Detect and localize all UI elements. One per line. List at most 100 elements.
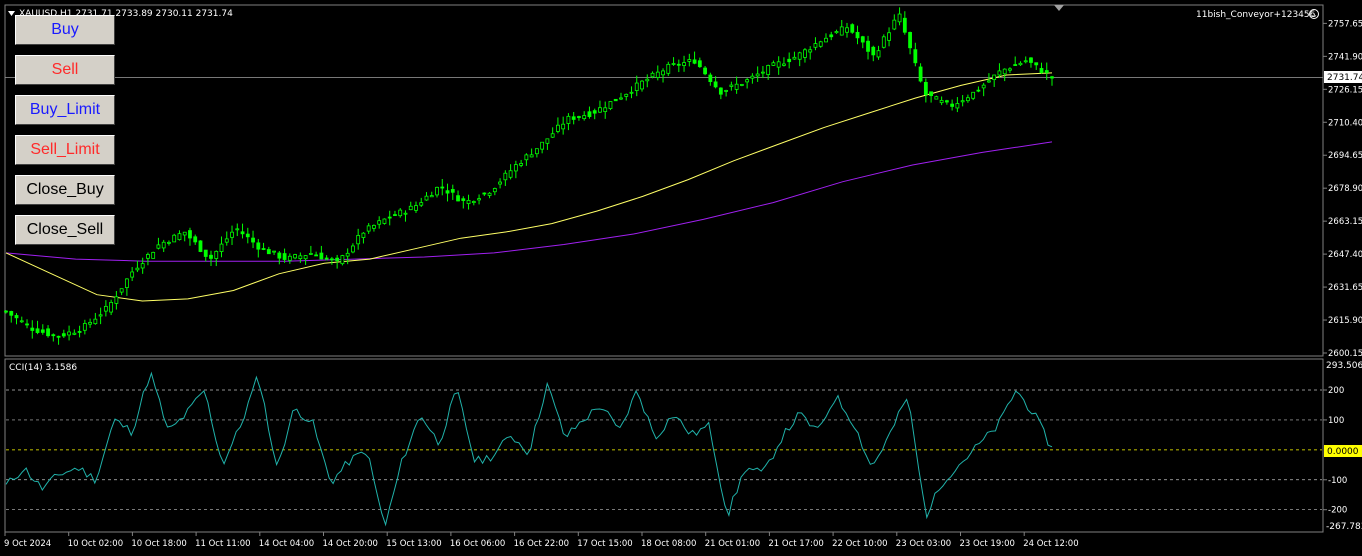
candle-body xyxy=(251,237,255,243)
time-tick-label: 21 Oct 17:00 xyxy=(768,539,823,549)
candle-body xyxy=(419,202,424,206)
sell-button[interactable]: Sell xyxy=(15,55,115,85)
candle-body xyxy=(624,93,629,97)
time-tick-label: 23 Oct 19:00 xyxy=(960,539,1015,549)
buy-limit-button[interactable]: Buy_Limit xyxy=(15,95,115,125)
cci-line xyxy=(5,371,1053,527)
price-tick-label: 2726.15 xyxy=(1328,85,1362,95)
candle-body xyxy=(713,81,718,88)
candle-body xyxy=(766,65,771,75)
candle-body xyxy=(997,70,1002,76)
candle-body xyxy=(1018,62,1023,66)
buy-button[interactable]: Buy xyxy=(15,15,115,45)
candle-body xyxy=(776,61,781,68)
sell-limit-button[interactable]: Sell_Limit xyxy=(15,135,115,165)
candle-body xyxy=(892,19,897,30)
current-price-label: 2731.74 xyxy=(1327,73,1362,83)
candle-body xyxy=(198,240,203,252)
candle-body xyxy=(30,327,35,331)
candle-body xyxy=(209,254,213,259)
candle-body xyxy=(981,84,986,89)
candle-body xyxy=(808,49,813,53)
ma-fast-line xyxy=(5,72,1053,302)
candle-body xyxy=(829,34,834,38)
candle-body xyxy=(72,332,77,335)
candle-body xyxy=(687,59,692,62)
candle-body xyxy=(429,195,434,198)
candle-body xyxy=(303,255,308,260)
symbol-dropdown-icon[interactable] xyxy=(8,11,15,16)
candle-body xyxy=(834,31,839,34)
candle-body xyxy=(587,111,592,117)
candle-body xyxy=(855,31,860,39)
candle-body xyxy=(471,201,476,203)
candle-body xyxy=(803,49,807,58)
candle-body xyxy=(1023,60,1028,63)
candle-body xyxy=(965,97,970,102)
candle-body xyxy=(398,209,403,217)
candle-body xyxy=(103,305,108,312)
candle-body xyxy=(408,205,413,211)
time-tick-label: 17 Oct 15:00 xyxy=(577,539,632,549)
candle-body xyxy=(414,205,418,211)
candle-body xyxy=(750,75,755,79)
candle-body xyxy=(272,250,276,253)
candle-body xyxy=(550,133,555,138)
price-tick-label: 2710.40 xyxy=(1328,118,1362,128)
candle-body xyxy=(293,254,297,259)
candle-body xyxy=(146,254,150,259)
candle-body xyxy=(61,333,66,337)
cci-indicator-label: CCI(14) 3.1586 xyxy=(9,363,77,373)
candle-body xyxy=(692,59,697,64)
close-sell-button[interactable]: Close_Sell xyxy=(15,215,115,245)
candle-body xyxy=(908,32,912,49)
close-buy-button[interactable]: Close_Buy xyxy=(15,175,115,205)
candle-body xyxy=(214,250,219,259)
candle-body xyxy=(566,115,571,124)
candle-body xyxy=(277,252,282,259)
candle-body xyxy=(676,63,681,66)
price-chart[interactable]: XAUUSD,H1 2731.71 2733.89 2730.11 2731.7… xyxy=(0,0,1362,556)
candle-body xyxy=(14,315,19,319)
candle-body xyxy=(361,232,366,238)
candle-body xyxy=(729,84,734,87)
candle-body xyxy=(40,329,45,333)
cci-bottom-value: -267.783 xyxy=(1326,522,1362,532)
price-axis[interactable]: 2757.65 2741.90 2726.15 2710.40 2694.65 2678.… xyxy=(1323,19,1362,359)
candle-body xyxy=(503,172,508,181)
price-tick-label: 2647.40 xyxy=(1328,250,1362,260)
candle-body xyxy=(461,198,466,201)
candle-body xyxy=(661,70,665,76)
candle-body xyxy=(445,190,450,194)
candle-body xyxy=(1034,62,1039,66)
time-tick-label: 10 Oct 02:00 xyxy=(68,539,123,549)
time-tick-label: 23 Oct 03:00 xyxy=(896,539,951,549)
candle-body xyxy=(335,257,340,262)
candle-body xyxy=(366,225,371,232)
candle-body xyxy=(1013,64,1018,66)
candle-body xyxy=(887,32,891,41)
candle-body xyxy=(944,100,949,103)
time-tick-label: 10 Oct 18:00 xyxy=(131,539,186,549)
candle-body xyxy=(971,91,976,99)
candle-body xyxy=(287,255,292,261)
candle-body xyxy=(230,231,234,238)
candle-body xyxy=(51,334,56,337)
candle-body xyxy=(67,331,71,336)
time-axis[interactable]: 9 Oct 2024 10 Oct 02:00 10 Oct 18:00 11 Oct… xyxy=(4,532,1079,549)
candle-body xyxy=(592,110,597,114)
candle-body xyxy=(524,154,529,161)
candle-body xyxy=(871,46,876,56)
candle-body xyxy=(613,98,618,102)
candle-body xyxy=(329,258,334,261)
candle-body xyxy=(498,181,502,185)
candle-body xyxy=(440,186,445,189)
time-tick-label: 9 Oct 2024 xyxy=(4,539,51,549)
candle-body xyxy=(950,103,955,107)
candle-body xyxy=(77,331,82,333)
chart-shift-marker[interactable] xyxy=(1054,5,1064,11)
candle-body xyxy=(124,278,129,288)
candle-body xyxy=(534,148,539,155)
time-tick-label: 16 Oct 22:00 xyxy=(514,539,569,549)
candle-body xyxy=(266,249,271,255)
